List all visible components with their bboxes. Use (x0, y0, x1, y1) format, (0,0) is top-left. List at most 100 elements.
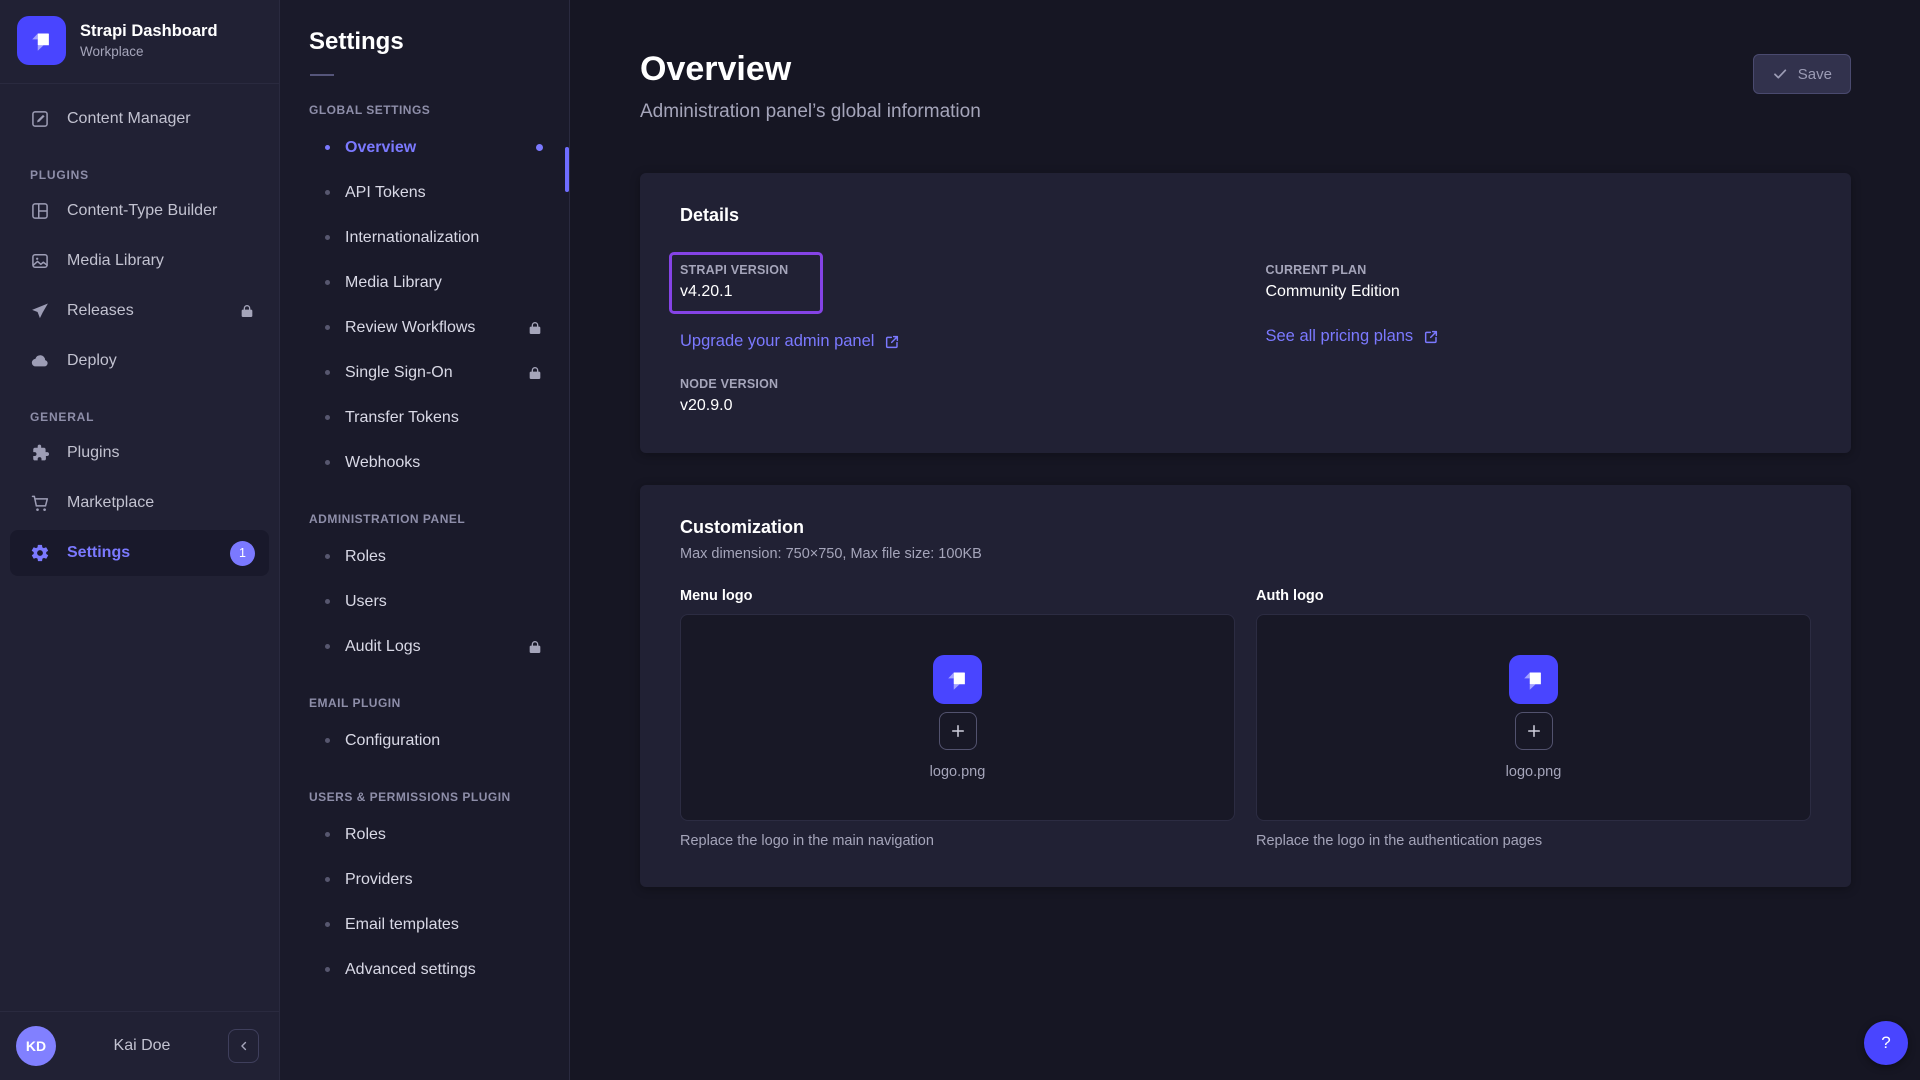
gear-icon (30, 543, 50, 563)
strapi-version-highlight-box: STRAPI VERSION v4.20.1 (669, 252, 823, 314)
lock-icon (527, 320, 543, 336)
subnav-item-label: Configuration (345, 732, 440, 750)
subnav-item-users[interactable]: Users (280, 579, 569, 624)
node-version-label: NODE VERSION (680, 377, 1226, 391)
main-content: Overview Administration panel’s global i… (570, 0, 1920, 1080)
subnav-section-users-permissions: USERS & PERMISSIONS PLUGIN (309, 790, 569, 804)
active-dot-icon (536, 144, 543, 151)
subnav-item-label: Overview (345, 139, 416, 157)
bullet-icon (325, 370, 330, 375)
subnav-title: Settings (309, 28, 569, 56)
check-icon (1772, 66, 1788, 82)
subnav-item-review-workflows[interactable]: Review Workflows (280, 305, 569, 350)
customization-card-title: Customization (680, 517, 1811, 538)
subnav-item-roles[interactable]: Roles (280, 534, 569, 579)
pen-icon (30, 109, 50, 129)
subnav-item-configuration[interactable]: Configuration (280, 718, 569, 763)
sidebar-section-general: GENERAL (30, 410, 279, 424)
bullet-icon (325, 554, 330, 559)
subnav-item-label: Email templates (345, 916, 459, 934)
sidebar-item-releases[interactable]: Releases (10, 288, 269, 334)
subnav-item-up-roles[interactable]: Roles (280, 812, 569, 857)
sidebar-item-label: Media Library (67, 252, 164, 270)
auth-logo-upload-box[interactable]: logo.png (1256, 614, 1811, 821)
bullet-icon (325, 967, 330, 972)
subnav-item-internationalization[interactable]: Internationalization (280, 215, 569, 260)
sidebar-item-label: Marketplace (67, 494, 154, 512)
subnav-item-advanced-settings[interactable]: Advanced settings (280, 947, 569, 992)
sidebar-item-label: Releases (67, 302, 134, 320)
upgrade-link-label: Upgrade your admin panel (680, 332, 874, 351)
sidebar-item-label: Content Manager (67, 110, 191, 128)
layout-grid-icon (30, 201, 50, 221)
pricing-link-label: See all pricing plans (1266, 327, 1414, 346)
workspace-brand[interactable]: Strapi Dashboard Workplace (0, 0, 279, 83)
sidebar-item-marketplace[interactable]: Marketplace (10, 480, 269, 526)
menu-logo-filename: logo.png (930, 764, 986, 780)
subnav-item-label: Providers (345, 871, 413, 889)
details-card-title: Details (680, 205, 1811, 226)
sidebar-item-content-type-builder[interactable]: Content-Type Builder (10, 188, 269, 234)
collapse-sidebar-button[interactable] (228, 1029, 259, 1063)
subnav-item-label: Media Library (345, 274, 442, 292)
subnav-item-audit-logs[interactable]: Audit Logs (280, 624, 569, 669)
sidebar-item-settings[interactable]: Settings 1 (10, 530, 269, 576)
subnav-item-overview[interactable]: Overview (280, 125, 569, 170)
puzzle-icon (30, 443, 50, 463)
sidebar-section-plugins: PLUGINS (30, 168, 279, 182)
external-link-icon (1423, 329, 1439, 345)
subnav-item-single-sign-on[interactable]: Single Sign-On (280, 350, 569, 395)
current-plan-label: CURRENT PLAN (1266, 263, 1812, 277)
subnav-item-label: Transfer Tokens (345, 409, 459, 427)
strapi-version-value: v4.20.1 (680, 283, 788, 301)
cart-icon (30, 493, 50, 513)
save-button[interactable]: Save (1753, 54, 1851, 94)
sidebar-item-deploy[interactable]: Deploy (10, 338, 269, 384)
menu-logo-upload-box[interactable]: logo.png (680, 614, 1235, 821)
sidebar-item-media-library[interactable]: Media Library (10, 238, 269, 284)
page-subtitle: Administration panel’s global informatio… (640, 101, 981, 123)
pricing-plans-link[interactable]: See all pricing plans (1266, 327, 1440, 346)
subnav-item-providers[interactable]: Providers (280, 857, 569, 902)
sidebar-item-plugins[interactable]: Plugins (10, 430, 269, 476)
bullet-icon (325, 832, 330, 837)
details-right-column: CURRENT PLAN Community Edition See all p… (1266, 240, 1812, 415)
page-title: Overview (640, 50, 981, 89)
subnav-item-email-templates[interactable]: Email templates (280, 902, 569, 947)
subnav-scroll-indicator[interactable] (565, 147, 569, 192)
settings-subnav: Settings GLOBAL SETTINGS Overview API To… (280, 0, 570, 1080)
lock-icon (527, 639, 543, 655)
save-button-label: Save (1798, 66, 1832, 83)
bullet-icon (325, 280, 330, 285)
details-left-column: STRAPI VERSION v4.20.1 Upgrade your admi… (680, 240, 1226, 415)
workspace-subtitle: Workplace (80, 44, 218, 59)
subnav-item-webhooks[interactable]: Webhooks (280, 440, 569, 485)
subnav-item-label: Advanced settings (345, 961, 476, 979)
image-icon (30, 251, 50, 271)
bullet-icon (325, 145, 330, 150)
auth-logo-filename: logo.png (1506, 764, 1562, 780)
subnav-section-email-plugin: EMAIL PLUGIN (309, 696, 569, 710)
menu-logo-column: Menu logo logo.png (680, 588, 1235, 849)
help-button[interactable]: ? (1864, 1021, 1908, 1065)
strapi-version-label: STRAPI VERSION (680, 263, 788, 277)
auth-logo-caption: Replace the logo in the authentication p… (1256, 833, 1811, 849)
sidebar-item-label: Plugins (67, 444, 119, 462)
paper-plane-icon (30, 301, 50, 321)
avatar[interactable]: KD (16, 1026, 56, 1066)
details-card: Details STRAPI VERSION v4.20.1 Upgrade y… (640, 173, 1851, 453)
subnav-item-transfer-tokens[interactable]: Transfer Tokens (280, 395, 569, 440)
subnav-item-label: Roles (345, 826, 386, 844)
subnav-item-api-tokens[interactable]: API Tokens (280, 170, 569, 215)
subnav-item-media-library[interactable]: Media Library (280, 260, 569, 305)
add-logo-button[interactable] (939, 712, 977, 750)
bullet-icon (325, 738, 330, 743)
menu-logo-label: Menu logo (680, 588, 1235, 604)
add-logo-button[interactable] (1515, 712, 1553, 750)
sidebar-item-content-manager[interactable]: Content Manager (10, 96, 269, 142)
upgrade-admin-panel-link[interactable]: Upgrade your admin panel (680, 332, 900, 351)
workspace-title: Strapi Dashboard (80, 22, 218, 41)
current-plan-value: Community Edition (1266, 283, 1812, 301)
subnav-section-administration-panel: ADMINISTRATION PANEL (309, 512, 569, 526)
auth-logo-label: Auth logo (1256, 588, 1811, 604)
